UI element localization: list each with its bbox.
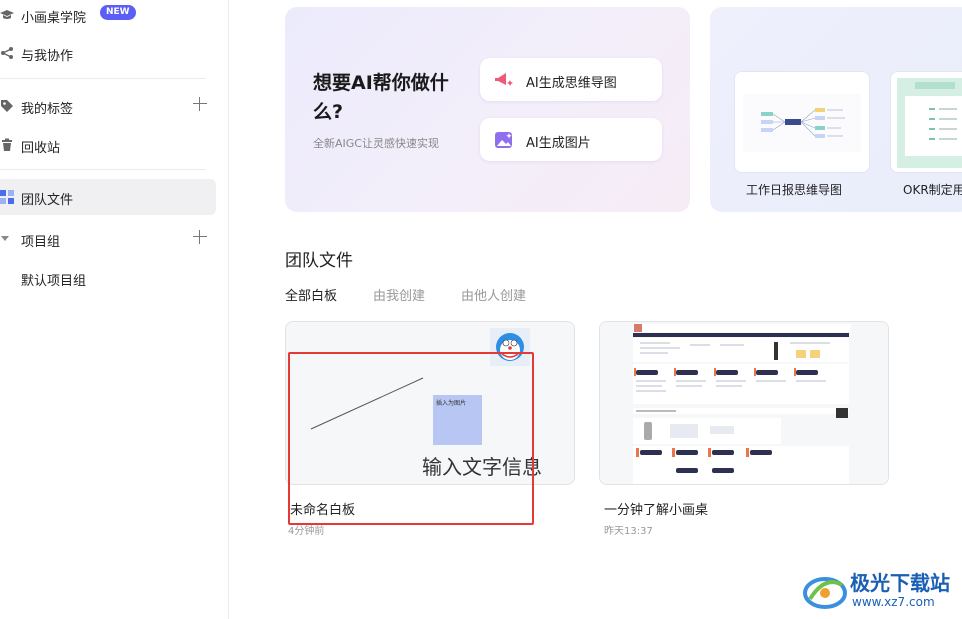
board-thumbnail — [600, 322, 888, 484]
sidebar-item-team-files[interactable]: 团队文件 — [0, 179, 216, 215]
sidebar-item-label: 与我协作 — [21, 49, 74, 64]
ai-banner: 想要AI帮你做什么? 全新AIGC让灵感快速实现 AI生成思维导图 AI生成图片 — [285, 7, 690, 212]
sidebar: 小画桌学院 NEW 与我协作 我的标签 回收站 团队文件 项目组 默认项目组 — [0, 0, 229, 619]
file-card-untitled[interactable]: 插入为图片 输入文字信息 — [285, 321, 575, 485]
tab-created-by-others[interactable]: 由他人创建 — [461, 285, 526, 304]
sidebar-divider — [0, 169, 206, 170]
file-name[interactable]: 未命名白板 — [290, 499, 355, 518]
watermark: 极光下载站 www.xz7.com — [800, 563, 962, 619]
ai-button-label: AI生成图片 — [526, 136, 591, 151]
sidebar-item-default-project[interactable]: 默认项目组 — [0, 260, 216, 296]
sticky-note-text: 插入为图片 — [436, 400, 467, 407]
sidebar-item-trash[interactable]: 回收站 — [0, 127, 216, 163]
banner-title: 想要AI帮你做什么? — [313, 72, 449, 123]
file-card-intro[interactable] — [599, 321, 889, 485]
sidebar-item-label: 项目组 — [21, 235, 61, 250]
template-label: OKR制定用 — [903, 183, 962, 197]
sidebar-divider — [0, 78, 206, 79]
sidebar-item-academy[interactable]: 小画桌学院 NEW — [0, 0, 216, 33]
ai-image-button[interactable]: AI生成图片 — [480, 118, 662, 161]
file-name[interactable]: 一分钟了解小画桌 — [604, 499, 708, 518]
add-tag-icon[interactable] — [193, 97, 207, 111]
file-time: 4分钟前 — [288, 526, 325, 537]
template-card[interactable] — [734, 71, 870, 173]
tab-all-boards[interactable]: 全部白板 — [285, 285, 337, 304]
app-page: 小画桌学院 NEW 与我协作 我的标签 回收站 团队文件 项目组 默认项目组 想… — [0, 0, 962, 619]
sidebar-item-label: 小画桌学院 — [21, 11, 87, 26]
ai-mindmap-button[interactable]: AI生成思维导图 — [480, 58, 662, 101]
sidebar-item-label: 默认项目组 — [21, 274, 87, 289]
image-sparkle-icon — [495, 132, 512, 148]
graduation-cap-icon — [0, 10, 14, 19]
watermark-title: 极光下载站 — [850, 571, 950, 595]
file-time: 昨天13:37 — [604, 526, 653, 537]
watermark-url: www.xz7.com — [852, 595, 935, 609]
watermark-logo-icon — [803, 577, 847, 609]
tag-icon — [1, 100, 13, 112]
banner-subtitle: 全新AIGC让灵感快速实现 — [313, 137, 439, 150]
section-title: 团队文件 — [285, 251, 353, 271]
sidebar-item-label: 我的标签 — [21, 102, 74, 117]
trash-icon — [2, 138, 12, 151]
template-label: 工作日报思维导图 — [746, 183, 843, 197]
tab-created-by-me[interactable]: 由我创建 — [373, 285, 425, 304]
megaphone-sparkle-icon — [495, 73, 513, 86]
add-project-icon[interactable] — [193, 230, 207, 244]
sidebar-item-project-group[interactable]: 项目组 — [0, 221, 216, 257]
template-panel: 工作日报思维导图 OKR制定用 — [710, 7, 962, 212]
share-icon — [1, 47, 13, 59]
sidebar-item-tags[interactable]: 我的标签 — [0, 88, 216, 124]
chevron-down-icon[interactable] — [1, 236, 9, 241]
new-badge: NEW — [100, 5, 136, 20]
board-text: 输入文字信息 — [422, 455, 542, 479]
okr-thumbnail — [891, 72, 962, 172]
sidebar-item-label: 回收站 — [21, 141, 61, 156]
sidebar-item-shared[interactable]: 与我协作 — [0, 35, 216, 71]
sidebar-item-label: 团队文件 — [21, 193, 74, 208]
template-card[interactable] — [890, 71, 962, 173]
mindmap-thumbnail — [735, 72, 869, 172]
ai-button-label: AI生成思维导图 — [526, 76, 617, 91]
grid-icon — [0, 190, 14, 204]
